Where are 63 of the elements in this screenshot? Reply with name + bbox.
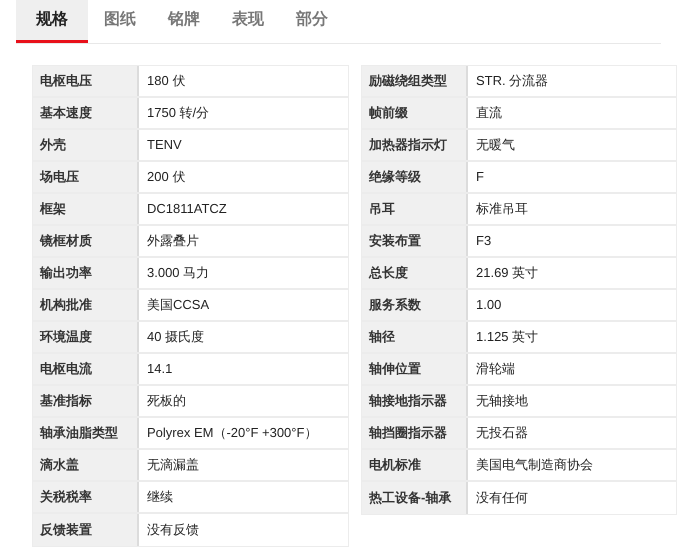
spec-value: 1.125 英寸 [475, 328, 540, 346]
spec-label: 反馈装置 [33, 514, 139, 546]
spec-label: 镜框材质 [33, 226, 139, 256]
spec-value: TENV [146, 136, 183, 154]
tab[interactable]: 图纸 [88, 0, 152, 43]
spec-value: 180 伏 [146, 72, 186, 90]
spec-label: 总长度 [362, 258, 468, 288]
spec-label: 基本速度 [33, 98, 139, 128]
spec-value: F3 [475, 232, 492, 250]
spec-value: 21.69 英寸 [475, 264, 540, 282]
tab[interactable]: 表现 [216, 0, 280, 43]
spec-value: 3.000 马力 [146, 264, 210, 282]
spec-value: 美国CCSA [146, 296, 210, 314]
spec-value: 14.1 [146, 360, 174, 378]
spec-value: 死板的 [146, 392, 187, 410]
spec-label: 轴接地指示器 [362, 386, 468, 416]
spec-label: 轴径 [362, 322, 468, 352]
spec-label: 电枢电压 [33, 66, 139, 96]
spec-label: 服务系数 [362, 290, 468, 320]
spec-value: 外露叠片 [146, 232, 200, 250]
spec-label: 滴水盖 [33, 450, 139, 480]
spec-label: 轴承油脂类型 [33, 418, 139, 448]
tab[interactable]: 部分 [280, 0, 344, 43]
spec-label: 框架 [33, 194, 139, 224]
spec-label: 励磁绕组类型 [362, 66, 468, 96]
spec-value: 无投石器 [475, 424, 529, 442]
spec-value: 美国电气制造商协会 [475, 456, 594, 474]
spec-value: STR. 分流器 [475, 72, 550, 90]
spec-value: 无滴漏盖 [146, 456, 200, 474]
tab[interactable]: 铭牌 [152, 0, 216, 43]
spec-value: 40 摄氏度 [146, 328, 206, 346]
spec-label: 外壳 [33, 130, 139, 160]
spec-label: 轴挡圈指示器 [362, 418, 468, 448]
spec-label: 吊耳 [362, 194, 468, 224]
spec-label: 场电压 [33, 162, 139, 192]
spec-value: 没有任何 [475, 489, 529, 508]
spec-value: DC1811ATCZ [146, 200, 228, 218]
spec-value: 滑轮端 [475, 360, 516, 378]
spec-value: 直流 [475, 104, 503, 122]
spec-label: 帧前缀 [362, 98, 468, 128]
spec-value: 1.00 [475, 296, 502, 314]
spec-label: 加热器指示灯 [362, 130, 468, 160]
spec-value: 标准吊耳 [475, 200, 529, 218]
spec-label: 环境温度 [33, 322, 139, 352]
spec-label: 轴伸位置 [362, 354, 468, 384]
tab[interactable]: 规格 [16, 0, 88, 43]
spec-value: 继续 [146, 488, 174, 506]
spec-label: 基准指标 [33, 386, 139, 416]
spec-value: F [475, 168, 485, 186]
spec-label: 机构批准 [33, 290, 139, 320]
spec-label: 电枢电流 [33, 354, 139, 384]
spec-label: 输出功率 [33, 258, 139, 288]
spec-value: Polyrex EM（-20°F +300°F） [146, 424, 318, 442]
spec-label: 电机标准 [362, 450, 468, 480]
spec-value: 1750 转/分 [146, 104, 210, 122]
spec-value: 无暖气 [475, 136, 516, 154]
spec-value: 无轴接地 [475, 392, 529, 410]
spec-label: 安装布置 [362, 226, 468, 256]
spec-value: 没有反馈 [146, 521, 200, 540]
spec-label: 绝缘等级 [362, 162, 468, 192]
spec-value: 200 伏 [146, 168, 186, 186]
spec-label: 关税税率 [33, 482, 139, 512]
spec-label: 热工设备-轴承 [362, 482, 468, 514]
